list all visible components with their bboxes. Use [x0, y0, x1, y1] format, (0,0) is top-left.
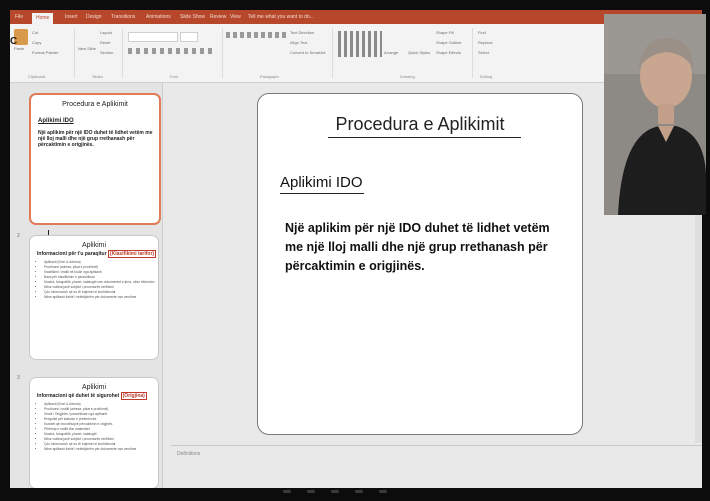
paragraph-buttons[interactable]	[226, 32, 288, 38]
group-drawing: Drawing	[400, 74, 415, 79]
copy-button[interactable]: Copy	[32, 40, 41, 46]
thumb-heading: Informacioni për t'u paraqitur (Klasifik…	[37, 250, 158, 258]
powerpoint-window: File Home Insert Design Transitions Anim…	[10, 10, 702, 488]
cut-button[interactable]: Cut	[32, 30, 38, 36]
subtitle-underline	[280, 193, 364, 194]
thumb-subtitle: Aplikimi IDO	[38, 118, 74, 124]
convert-smartart-button[interactable]: Convert to SmartArt	[290, 50, 325, 56]
tab-file[interactable]: File	[15, 12, 23, 23]
slide-title[interactable]: Procedura e Aplikimit	[258, 114, 582, 135]
group-slides: Slides	[92, 74, 103, 79]
group-font: Font	[170, 74, 179, 79]
ribbon-tab-bar: File Home Insert Design Transitions Anim…	[10, 10, 702, 24]
shape-outline-button[interactable]: Shape Outline	[436, 40, 461, 46]
tab-transitions[interactable]: Transitions	[111, 12, 135, 23]
video-progress-dot	[379, 490, 387, 493]
video-progress-dot	[307, 490, 315, 493]
list-item: Nëse aplikanti është i vetëdijshëm për d…	[44, 447, 158, 452]
video-progress-dot	[355, 490, 363, 493]
shape-effects-button[interactable]: Shape Effects	[436, 50, 461, 56]
shape-fill-button[interactable]: Shape Fill	[436, 30, 454, 36]
tab-view[interactable]: View	[230, 12, 241, 23]
thumb-heading-tag: (Origjina)	[120, 392, 147, 400]
slide-number: 3	[17, 375, 20, 381]
align-text-button[interactable]: Align Text	[290, 40, 307, 46]
group-editing: Editing	[480, 74, 493, 79]
title-underline	[328, 137, 521, 138]
group-paragraph: Paragraph	[260, 74, 279, 79]
app-logo-fragment: C	[10, 36, 18, 47]
slide-subtitle[interactable]: Aplikimi IDO	[280, 174, 363, 191]
tab-insert[interactable]: Insert	[65, 12, 78, 23]
notes-divider[interactable]	[171, 445, 702, 446]
thumb-heading-text: Informacioni për t'u paraqitur	[37, 251, 107, 257]
tab-animations[interactable]: Animations	[146, 12, 171, 23]
thumb-heading-tag: (Klasifikimi tarifor)	[107, 250, 157, 258]
slide-body-text[interactable]: Një aplikim për një IDO duhet të lidhet …	[285, 219, 570, 276]
layout-button[interactable]: Layout	[100, 30, 112, 36]
thumb-title: Procedura e Aplikimit	[62, 101, 128, 108]
font-formatting-buttons[interactable]	[128, 48, 216, 54]
thumb-title: Aplikimi	[81, 384, 107, 391]
thumb-title: Aplikimi	[81, 242, 107, 249]
arrange-button[interactable]: Arrange	[384, 50, 398, 56]
ribbon-divider	[222, 28, 223, 78]
ribbon-divider	[122, 28, 123, 78]
list-item: Nëse aplikanti është i vetëdijshëm për d…	[44, 295, 158, 300]
font-size-field[interactable]	[180, 32, 198, 42]
reset-button[interactable]: Reset	[100, 40, 110, 46]
tab-design[interactable]: Design	[86, 12, 102, 23]
select-button[interactable]: Select	[478, 50, 489, 56]
tell-me-search[interactable]: Tell me what you want to do...	[248, 12, 314, 23]
thumb-body: Një aplikim për një IDO duhet të lidhet …	[38, 130, 153, 148]
find-button[interactable]: Find	[478, 30, 486, 36]
slide-thumbnail-1[interactable]: Procedura e Aplikimit Aplikimi IDO Një a…	[29, 93, 161, 225]
thumb-heading-text: Informacioni që duhet të sigurohet	[37, 393, 120, 399]
shapes-gallery[interactable]	[338, 31, 382, 57]
ribbon-divider	[472, 28, 473, 78]
slide-number: 2	[17, 233, 20, 239]
section-button[interactable]: Section	[100, 50, 113, 56]
ribbon-divider	[74, 28, 75, 78]
thumb-heading: Informacioni që duhet të sigurohet (Orig…	[37, 392, 158, 400]
new-slide-button[interactable]: New Slide	[78, 46, 96, 52]
tab-review[interactable]: Review	[210, 12, 226, 23]
slide-thumbnail-3[interactable]: Aplikimi Informacioni që duhet të siguro…	[29, 377, 159, 488]
presenter-video	[604, 14, 706, 215]
tab-slide-show[interactable]: Slide Show	[180, 12, 205, 23]
text-direction-button[interactable]: Text Direction	[290, 30, 314, 36]
slide-thumbnail-2[interactable]: Aplikimi Informacioni për t'u paraqitur …	[29, 235, 159, 360]
notes-field[interactable]: Definitions	[177, 451, 200, 457]
replace-button[interactable]: Replace	[478, 40, 493, 46]
format-painter-button[interactable]: Format Painter	[32, 50, 58, 56]
ribbon: Paste Cut Copy Format Painter Clipboard …	[10, 24, 702, 83]
group-clipboard: Clipboard	[28, 74, 46, 79]
webcam-overlay	[604, 14, 706, 215]
slide-canvas[interactable]: Procedura e Aplikimit Aplikimi IDO Një a…	[257, 93, 583, 435]
video-progress-dot	[331, 490, 339, 493]
quick-styles-button[interactable]: Quick Styles	[408, 50, 430, 56]
slide-thumbnail-pane: Procedura e Aplikimit Aplikimi IDO Një a…	[10, 83, 163, 488]
thumb-bullet-list: Aplikanti (Emri & Adresa) Prodhuesi i ma…	[44, 402, 158, 452]
ribbon-divider	[332, 28, 333, 78]
video-progress-dot	[283, 490, 291, 493]
tab-home[interactable]: Home	[32, 13, 54, 24]
thumb-bullet-list: Aplikanti (Emri & Adresa) Prodhuesi (adr…	[44, 260, 158, 300]
font-name-field[interactable]	[128, 32, 178, 42]
